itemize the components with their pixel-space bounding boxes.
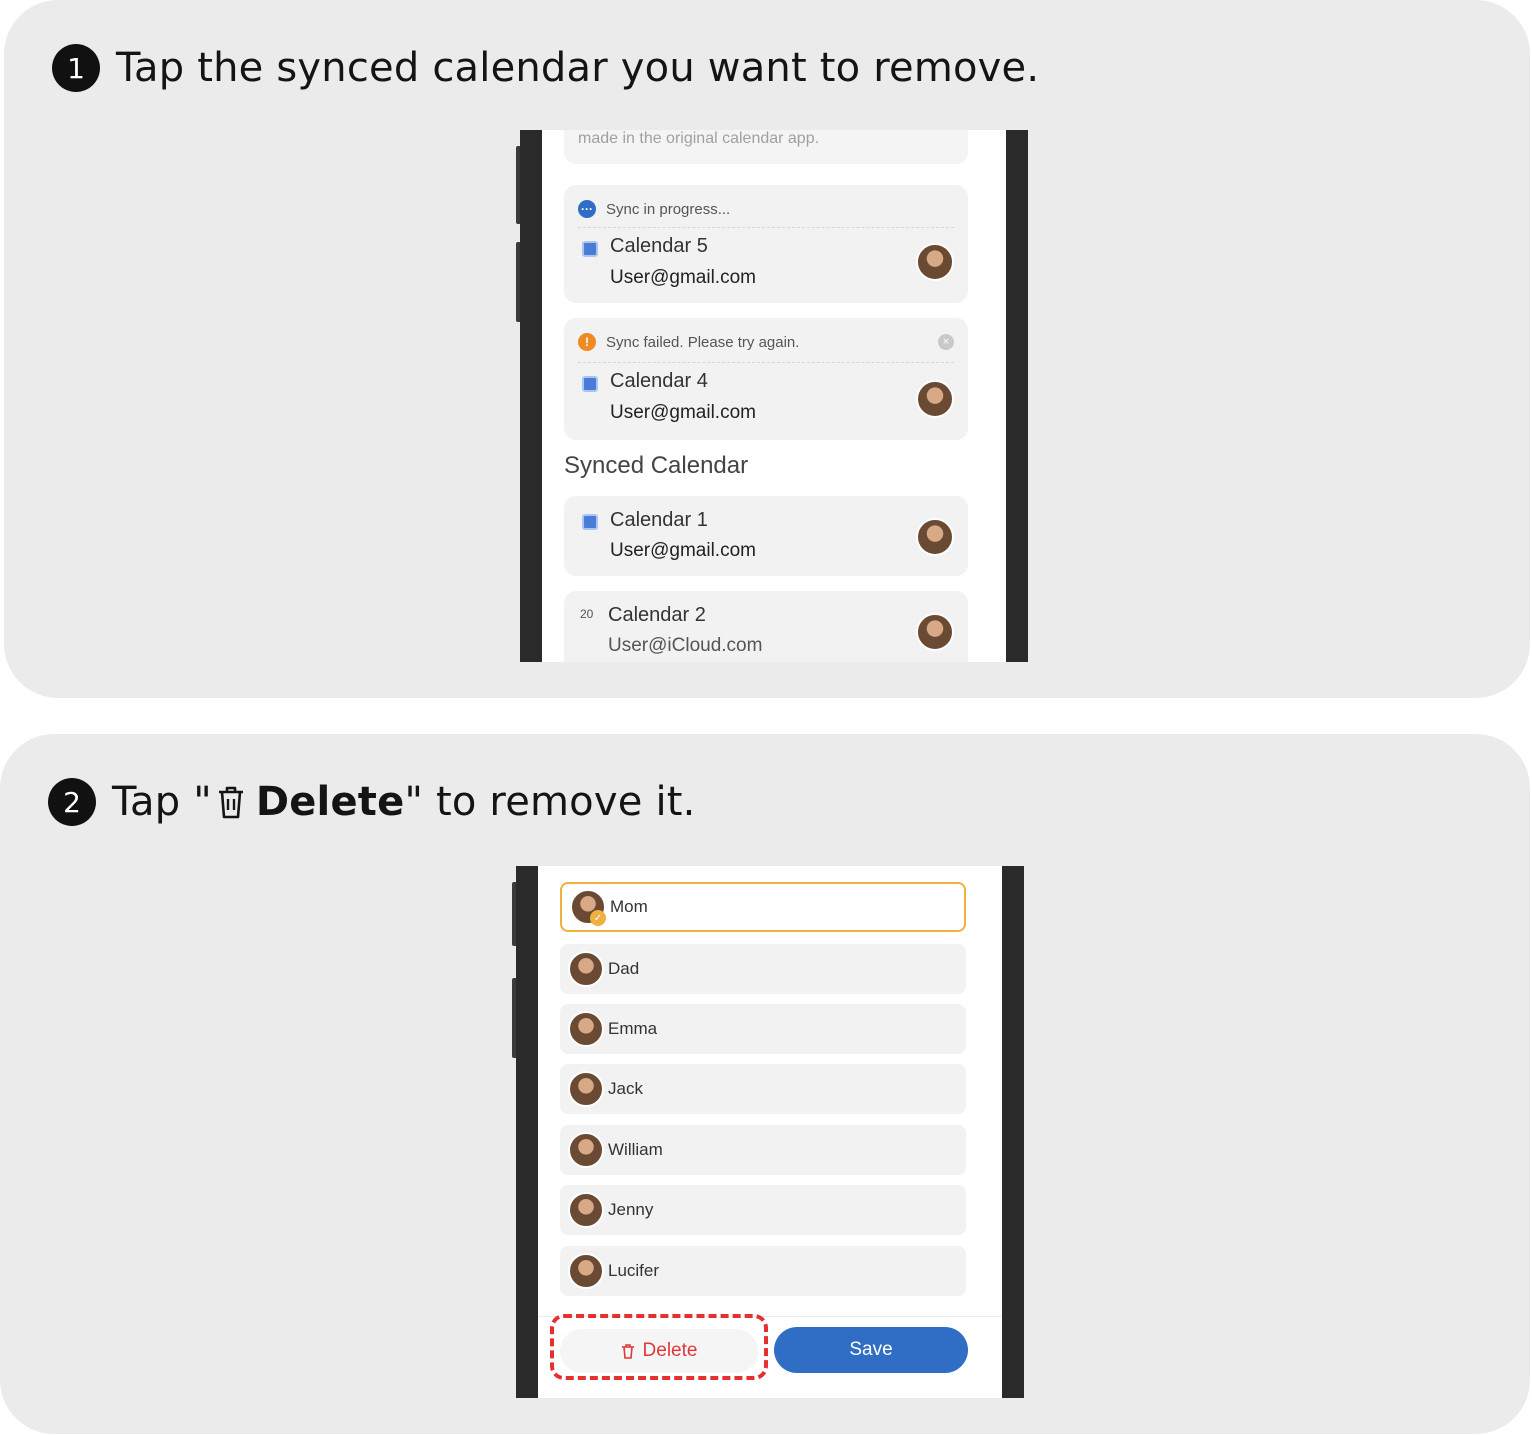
avatar: [568, 1132, 604, 1168]
google-calendar-icon: [582, 376, 598, 392]
member-name: Mom: [610, 897, 648, 916]
status-text: Sync failed. Please try again.: [606, 333, 800, 351]
avatar: [568, 1192, 604, 1228]
instruction-suffix: " to remove it.: [404, 779, 696, 825]
delete-highlight-marker: [550, 1314, 768, 1380]
member-name: William: [608, 1140, 663, 1159]
sync-progress-icon: ···: [578, 200, 596, 218]
avatar: [916, 243, 954, 281]
section-title: Synced Calendar: [564, 452, 749, 479]
member-name: Lucifer: [608, 1261, 660, 1280]
member-row-mom[interactable]: ✓ Mom: [560, 882, 966, 932]
step-instruction: Tap the synced calendar you want to remo…: [116, 45, 1040, 91]
avatar: [916, 613, 954, 651]
divider: [578, 362, 954, 363]
instruction-bold: Delete: [255, 779, 405, 825]
member-name: Jack: [608, 1079, 643, 1098]
dismiss-icon[interactable]: ×: [938, 334, 954, 350]
avatar: [916, 518, 954, 556]
step-number-badge: 2: [48, 778, 96, 826]
google-calendar-icon: [582, 241, 598, 257]
save-label: Save: [849, 1339, 893, 1360]
step-2-header: 2 Tap " Delete " to remove it.: [48, 778, 696, 826]
phone-screen: made in the original calendar app. ··· S…: [542, 130, 1006, 662]
divider: [578, 227, 954, 228]
calendar-name: Calendar 2: [608, 604, 706, 626]
status-text: Sync in progress...: [606, 200, 731, 218]
calendar-email: User@gmail.com: [610, 267, 756, 288]
instruction-prefix: Tap ": [112, 779, 212, 825]
calendar-name: Calendar 4: [610, 370, 708, 392]
hint-card: made in the original calendar app.: [564, 130, 968, 164]
sync-status: ! Sync failed. Please try again. ×: [578, 332, 954, 352]
member-row-dad[interactable]: Dad: [560, 944, 966, 994]
google-calendar-icon: [582, 514, 598, 530]
calendar-card-failed[interactable]: ! Sync failed. Please try again. × Calen…: [564, 318, 968, 440]
avatar: [568, 1253, 604, 1289]
trash-icon: [218, 786, 243, 819]
member-row-lucifer[interactable]: Lucifer: [560, 1246, 966, 1296]
top-hint: made in the original calendar app.: [578, 130, 820, 147]
calendar-name: Calendar 1: [610, 509, 708, 531]
avatar: [568, 1071, 604, 1107]
member-row-emma[interactable]: Emma: [560, 1004, 966, 1054]
calendar-email: User@gmail.com: [610, 540, 756, 561]
save-button[interactable]: Save: [774, 1327, 968, 1373]
calendar-email: User@iCloud.com: [608, 635, 763, 656]
sync-status: ··· Sync in progress...: [578, 199, 954, 219]
member-name: Dad: [608, 959, 640, 978]
warning-icon: !: [578, 333, 596, 351]
member-row-william[interactable]: William: [560, 1125, 966, 1175]
avatar: [568, 1011, 604, 1047]
member-name: Emma: [608, 1019, 658, 1038]
step-instruction: Tap " Delete " to remove it.: [112, 779, 696, 825]
avatar: [568, 951, 604, 987]
calendar-card-syncing[interactable]: ··· Sync in progress... Calendar 5 User@…: [564, 185, 968, 303]
calendar-name: Calendar 5: [610, 235, 708, 257]
member-name: Jenny: [608, 1200, 654, 1219]
avatar: [916, 380, 954, 418]
calendar-card[interactable]: 20 Calendar 2 User@iCloud.com: [564, 591, 968, 662]
step-1-header: 1 Tap the synced calendar you want to re…: [52, 44, 1039, 92]
apple-calendar-icon: 20: [580, 607, 594, 621]
member-row-jack[interactable]: Jack: [560, 1064, 966, 1114]
calendar-email: User@gmail.com: [610, 402, 756, 423]
check-icon: ✓: [590, 910, 606, 926]
calendar-card[interactable]: Calendar 1 User@gmail.com: [564, 496, 968, 576]
step-number-badge: 1: [52, 44, 100, 92]
member-row-jenny[interactable]: Jenny: [560, 1185, 966, 1235]
phone-frame: made in the original calendar app. ··· S…: [520, 130, 1028, 662]
